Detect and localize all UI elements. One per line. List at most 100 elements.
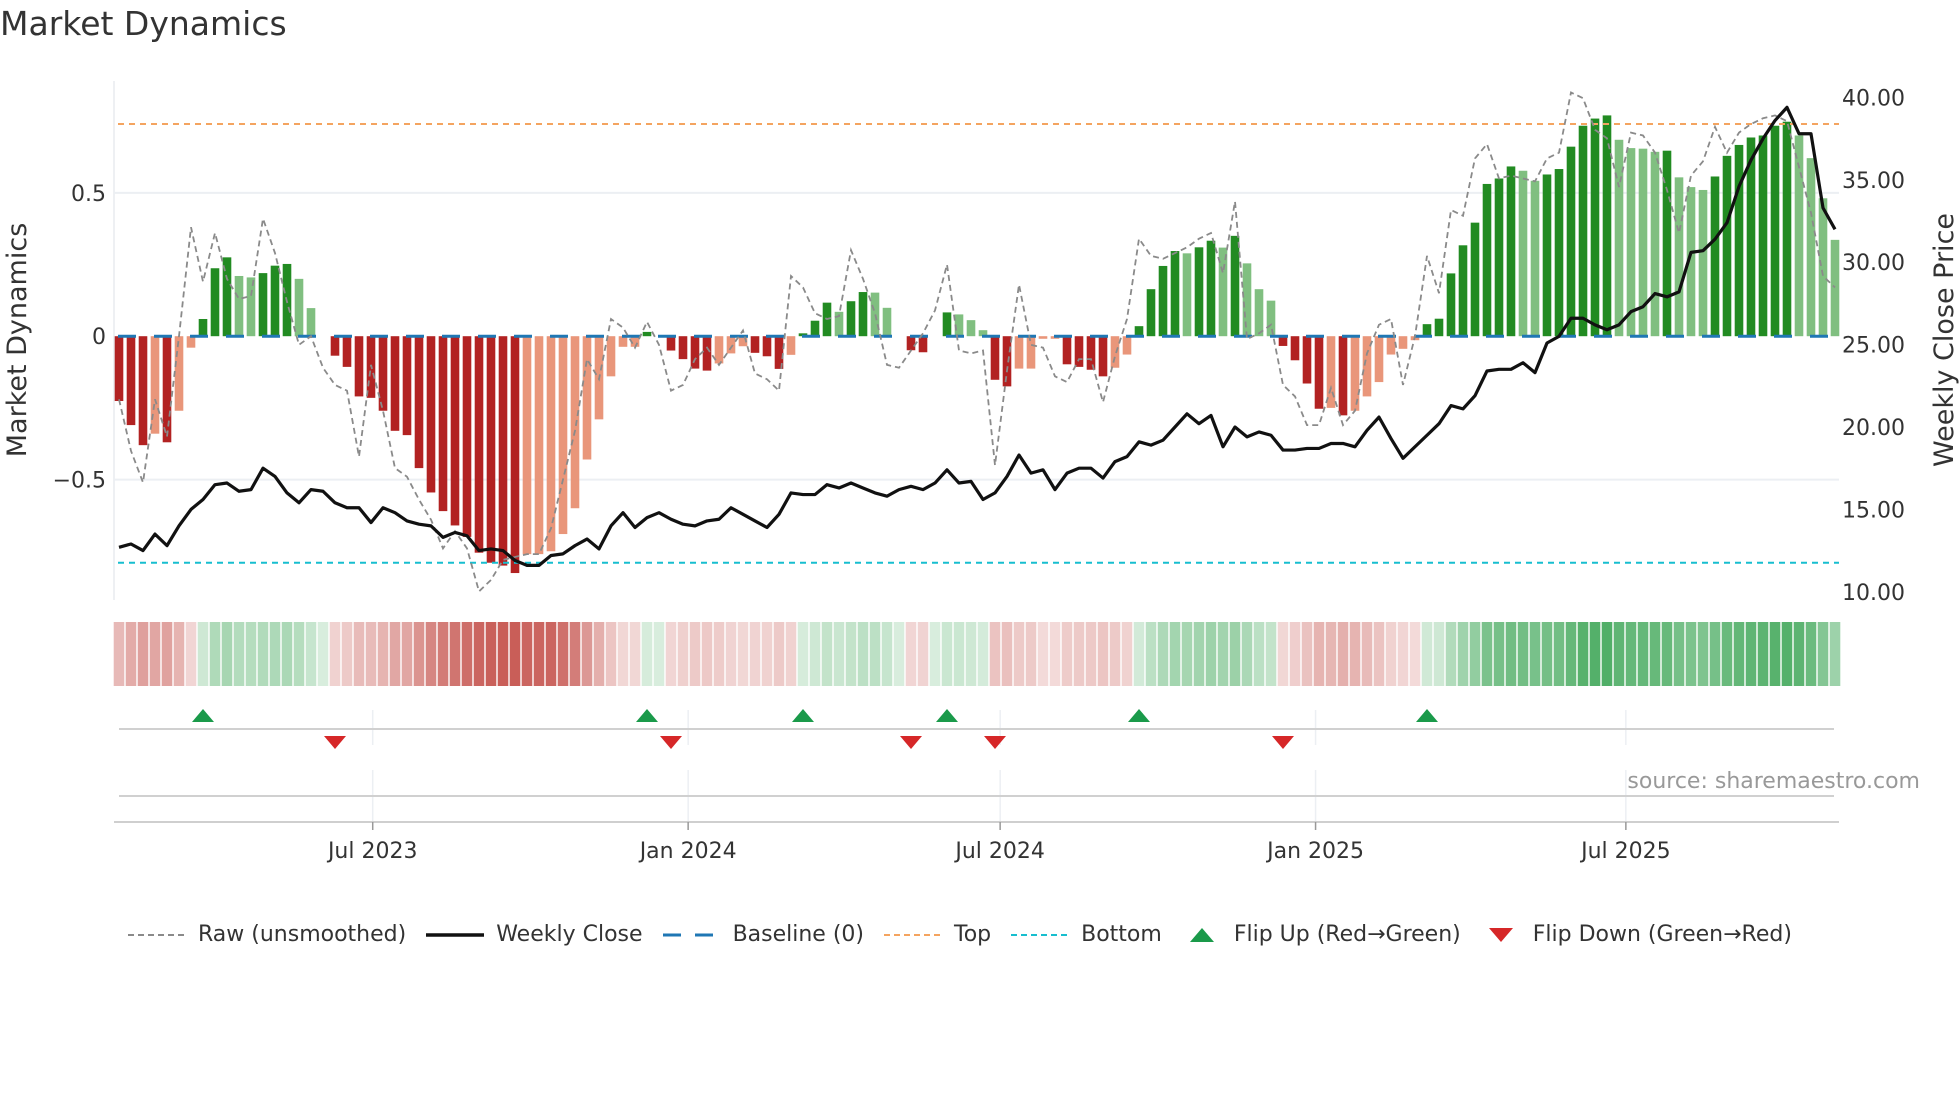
momentum-bar xyxy=(582,336,592,460)
heatmap-cell xyxy=(1289,622,1301,686)
momentum-bar xyxy=(498,336,508,566)
momentum-bar xyxy=(726,336,736,354)
heatmap-cell xyxy=(1217,622,1229,686)
momentum-bar xyxy=(1566,146,1576,337)
momentum-bar xyxy=(678,336,688,360)
momentum-bar xyxy=(1734,144,1744,337)
momentum-bar xyxy=(1122,336,1132,355)
heatmap-cell xyxy=(1661,622,1673,686)
heatmap-cell xyxy=(869,622,881,686)
heatmap-cell xyxy=(1589,622,1601,686)
heatmap-cell xyxy=(329,622,341,686)
heatmap-cell xyxy=(989,622,1001,686)
heatmap-cell xyxy=(209,622,221,686)
heatmap-cell xyxy=(1517,622,1529,686)
heatmap-cell xyxy=(197,622,209,686)
momentum-bar xyxy=(1818,198,1828,337)
heatmap-cell xyxy=(353,622,365,686)
momentum-bar xyxy=(606,336,616,377)
heatmap-strip xyxy=(113,622,1841,686)
momentum-bar xyxy=(450,336,460,526)
bars-layer xyxy=(114,115,1840,574)
momentum-bar xyxy=(426,336,436,493)
heatmap-cell xyxy=(401,622,413,686)
heatmap-cell xyxy=(1409,622,1421,686)
momentum-bar xyxy=(462,336,472,537)
heatmap-cell xyxy=(1709,622,1721,686)
x-tick-label: Jul 2025 xyxy=(1579,839,1671,864)
momentum-bar xyxy=(126,336,136,426)
heatmap-cell xyxy=(1613,622,1625,686)
legend-item-baseline: Baseline (0) xyxy=(662,922,864,947)
heatmap-cell xyxy=(1145,622,1157,686)
momentum-bar xyxy=(474,336,484,553)
heatmap-cell xyxy=(677,622,689,686)
momentum-bar xyxy=(234,275,244,337)
legend-label-raw: Raw (unsmoothed) xyxy=(198,922,407,947)
momentum-bar xyxy=(690,336,700,369)
heatmap-cell xyxy=(941,622,953,686)
raw-line-swatch-icon xyxy=(128,933,186,936)
momentum-bar xyxy=(1554,169,1564,337)
heatmap-cell xyxy=(905,622,917,686)
momentum-bar xyxy=(1398,336,1408,349)
heatmap-cell xyxy=(1001,622,1013,686)
heatmap-cell xyxy=(953,622,965,686)
momentum-bar xyxy=(306,308,316,337)
heatmap-cell xyxy=(521,622,533,686)
heatmap-cell xyxy=(1697,622,1709,686)
momentum-bar xyxy=(1098,336,1108,377)
heatmap-cell xyxy=(893,622,905,686)
momentum-bar xyxy=(114,336,124,402)
momentum-bar xyxy=(846,301,856,337)
heatmap-cell xyxy=(833,622,845,686)
momentum-bar xyxy=(186,336,196,348)
momentum-bar xyxy=(1422,324,1432,337)
heatmap-cell xyxy=(977,622,989,686)
heatmap-cell xyxy=(1349,622,1361,686)
heatmap-cell xyxy=(1445,622,1457,686)
heatmap-cell xyxy=(257,622,269,686)
momentum-bar xyxy=(438,336,448,512)
legend-label-bottom: Bottom xyxy=(1081,922,1162,947)
source-credit: source: sharemaestro.com xyxy=(1627,769,1920,794)
heatmap-cell xyxy=(1469,622,1481,686)
heatmap-cell xyxy=(1805,622,1817,686)
y2-tick-label: 20.00 xyxy=(1842,416,1905,441)
bottom-line-swatch-icon xyxy=(1011,933,1070,936)
legend-item-close: Weekly Close xyxy=(426,922,643,947)
momentum-bar xyxy=(1674,177,1684,337)
heatmap-cell xyxy=(1121,622,1133,686)
momentum-bar xyxy=(1530,180,1540,337)
momentum-bar xyxy=(246,277,256,337)
heatmap-cell xyxy=(281,622,293,686)
momentum-bar xyxy=(1038,336,1048,339)
heatmap-cell xyxy=(1757,622,1769,686)
momentum-bar xyxy=(762,336,772,357)
legend-label-top: Top xyxy=(954,922,992,947)
momentum-bar xyxy=(1650,151,1660,337)
heatmap-cell xyxy=(701,622,713,686)
momentum-bar xyxy=(1830,239,1840,337)
heatmap-cell xyxy=(1397,622,1409,686)
heatmap-cell xyxy=(1073,622,1085,686)
heatmap-cell xyxy=(1241,622,1253,686)
flip-down-marker xyxy=(660,736,682,749)
momentum-bar xyxy=(1026,336,1036,369)
momentum-bar xyxy=(1338,336,1348,416)
momentum-bar xyxy=(138,336,148,446)
momentum-bar xyxy=(1242,263,1252,337)
x-tick-label: Jul 2024 xyxy=(953,839,1045,864)
heatmap-cell xyxy=(1313,622,1325,686)
heatmap-cell xyxy=(545,622,557,686)
momentum-bar xyxy=(570,336,580,509)
momentum-bar xyxy=(354,336,364,397)
heatmap-cell xyxy=(725,622,737,686)
flip-up-marker xyxy=(1128,709,1150,722)
heatmap-cell xyxy=(1181,622,1193,686)
heatmap-cell xyxy=(1301,622,1313,686)
heatmap-cell xyxy=(641,622,653,686)
momentum-bar xyxy=(942,312,952,337)
momentum-bar xyxy=(330,336,340,356)
y2-tick-label: 15.00 xyxy=(1842,498,1905,523)
